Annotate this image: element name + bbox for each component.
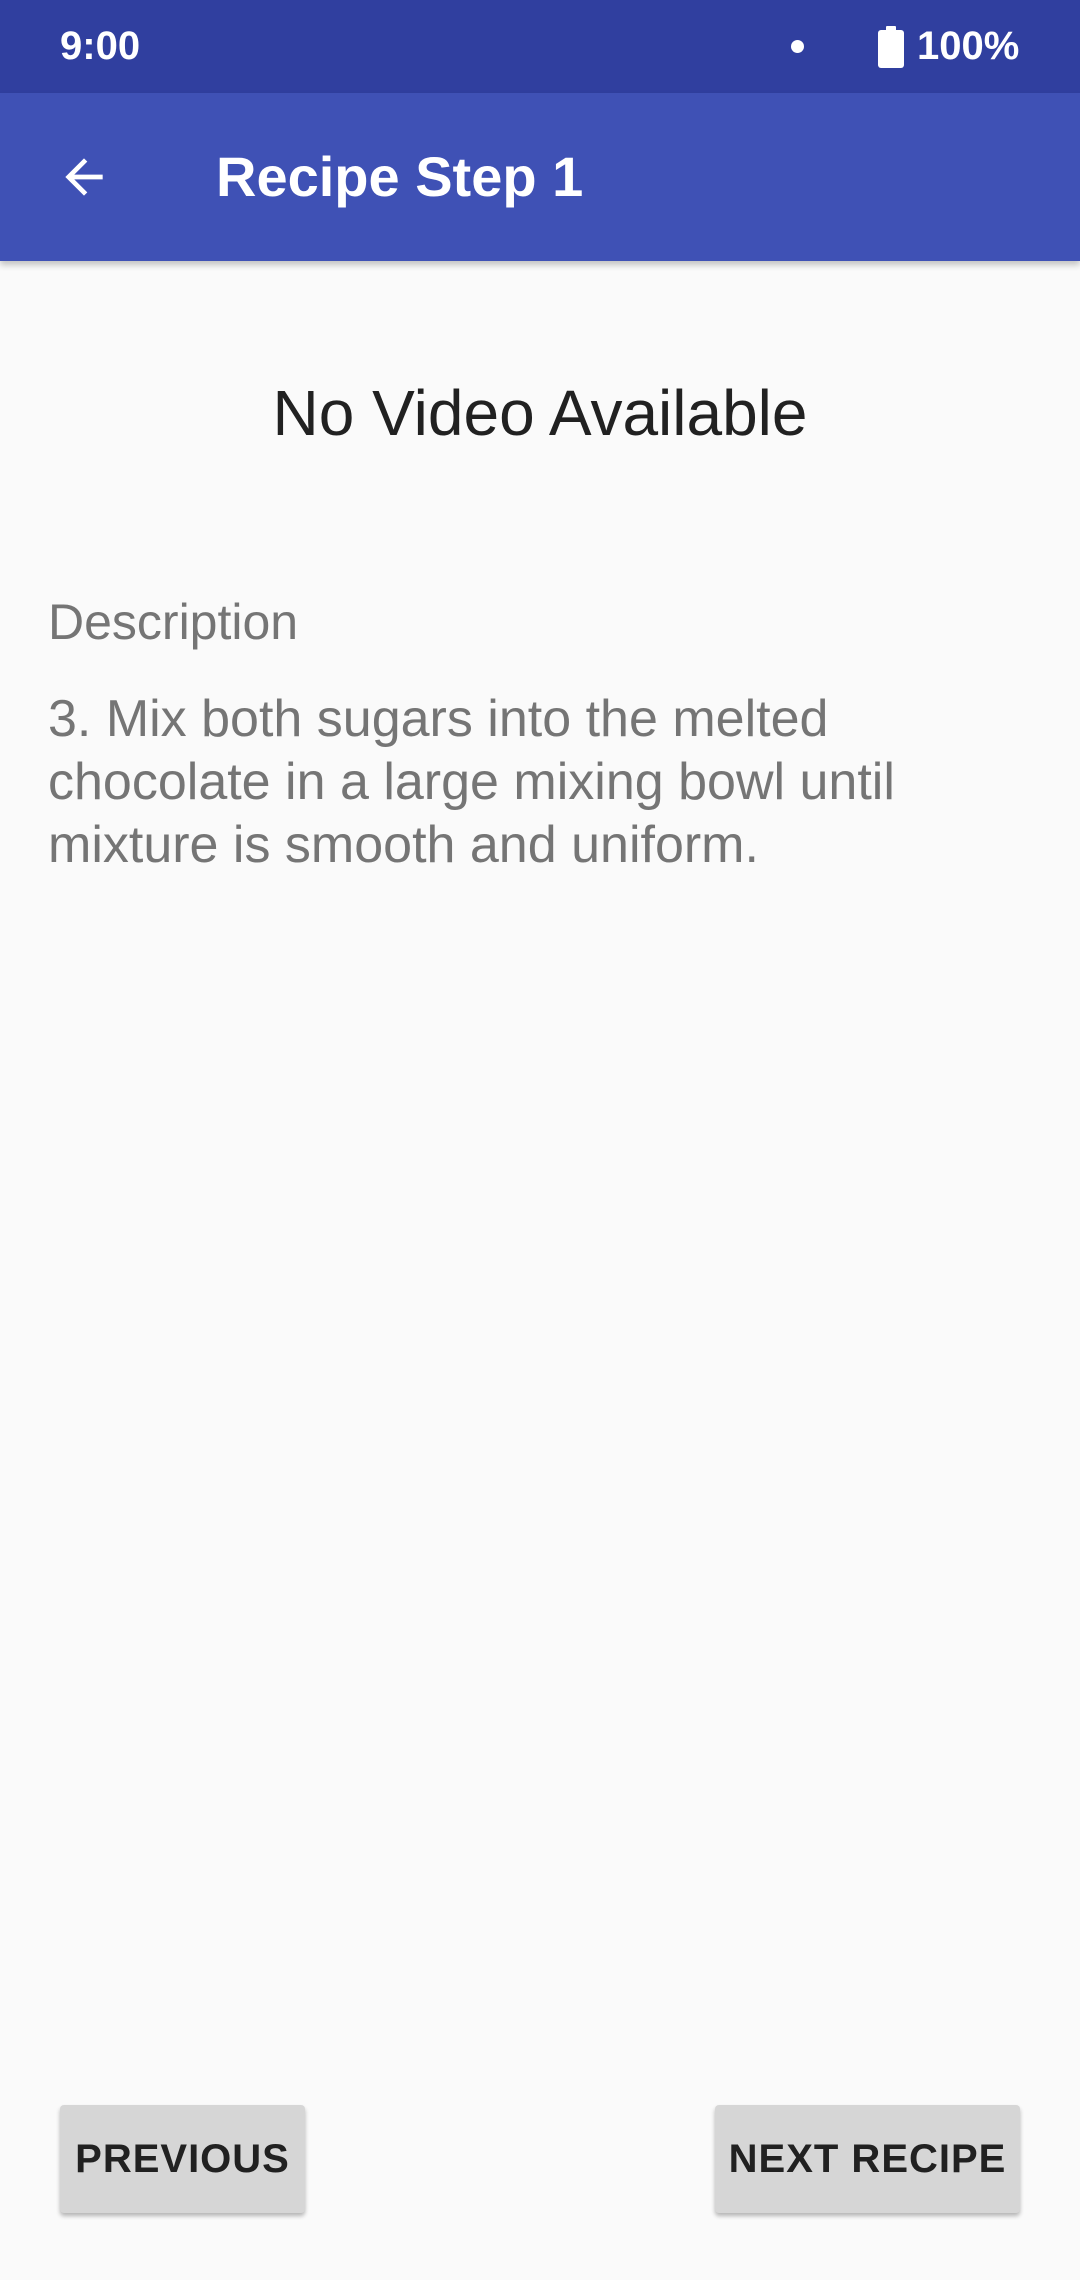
previous-button-label: PREVIOUS (75, 2136, 290, 2181)
next-recipe-button-label: NEXT RECIPE (728, 2136, 1007, 2181)
next-recipe-button[interactable]: NEXT RECIPE (715, 2105, 1020, 2213)
status-bar: 9:00 100% (0, 0, 1080, 93)
status-time: 9:00 (60, 24, 141, 68)
description-text: 3. Mix both sugars into the melted choco… (48, 690, 895, 874)
previous-button[interactable]: PREVIOUS (60, 2105, 305, 2213)
back-button[interactable] (36, 129, 132, 225)
no-video-text: No Video Available (272, 377, 808, 449)
page-title: Recipe Step 1 (216, 145, 584, 208)
description-label: Description (48, 594, 299, 650)
battery-percentage: 100% (917, 24, 1020, 68)
notification-dot-icon (791, 40, 804, 53)
screen: 9:00 100% Recipe Step 1 No Video Availab… (0, 0, 1080, 2280)
arrow-back-icon (65, 158, 103, 196)
battery-icon (878, 26, 904, 68)
app-bar: Recipe Step 1 (0, 93, 1080, 261)
